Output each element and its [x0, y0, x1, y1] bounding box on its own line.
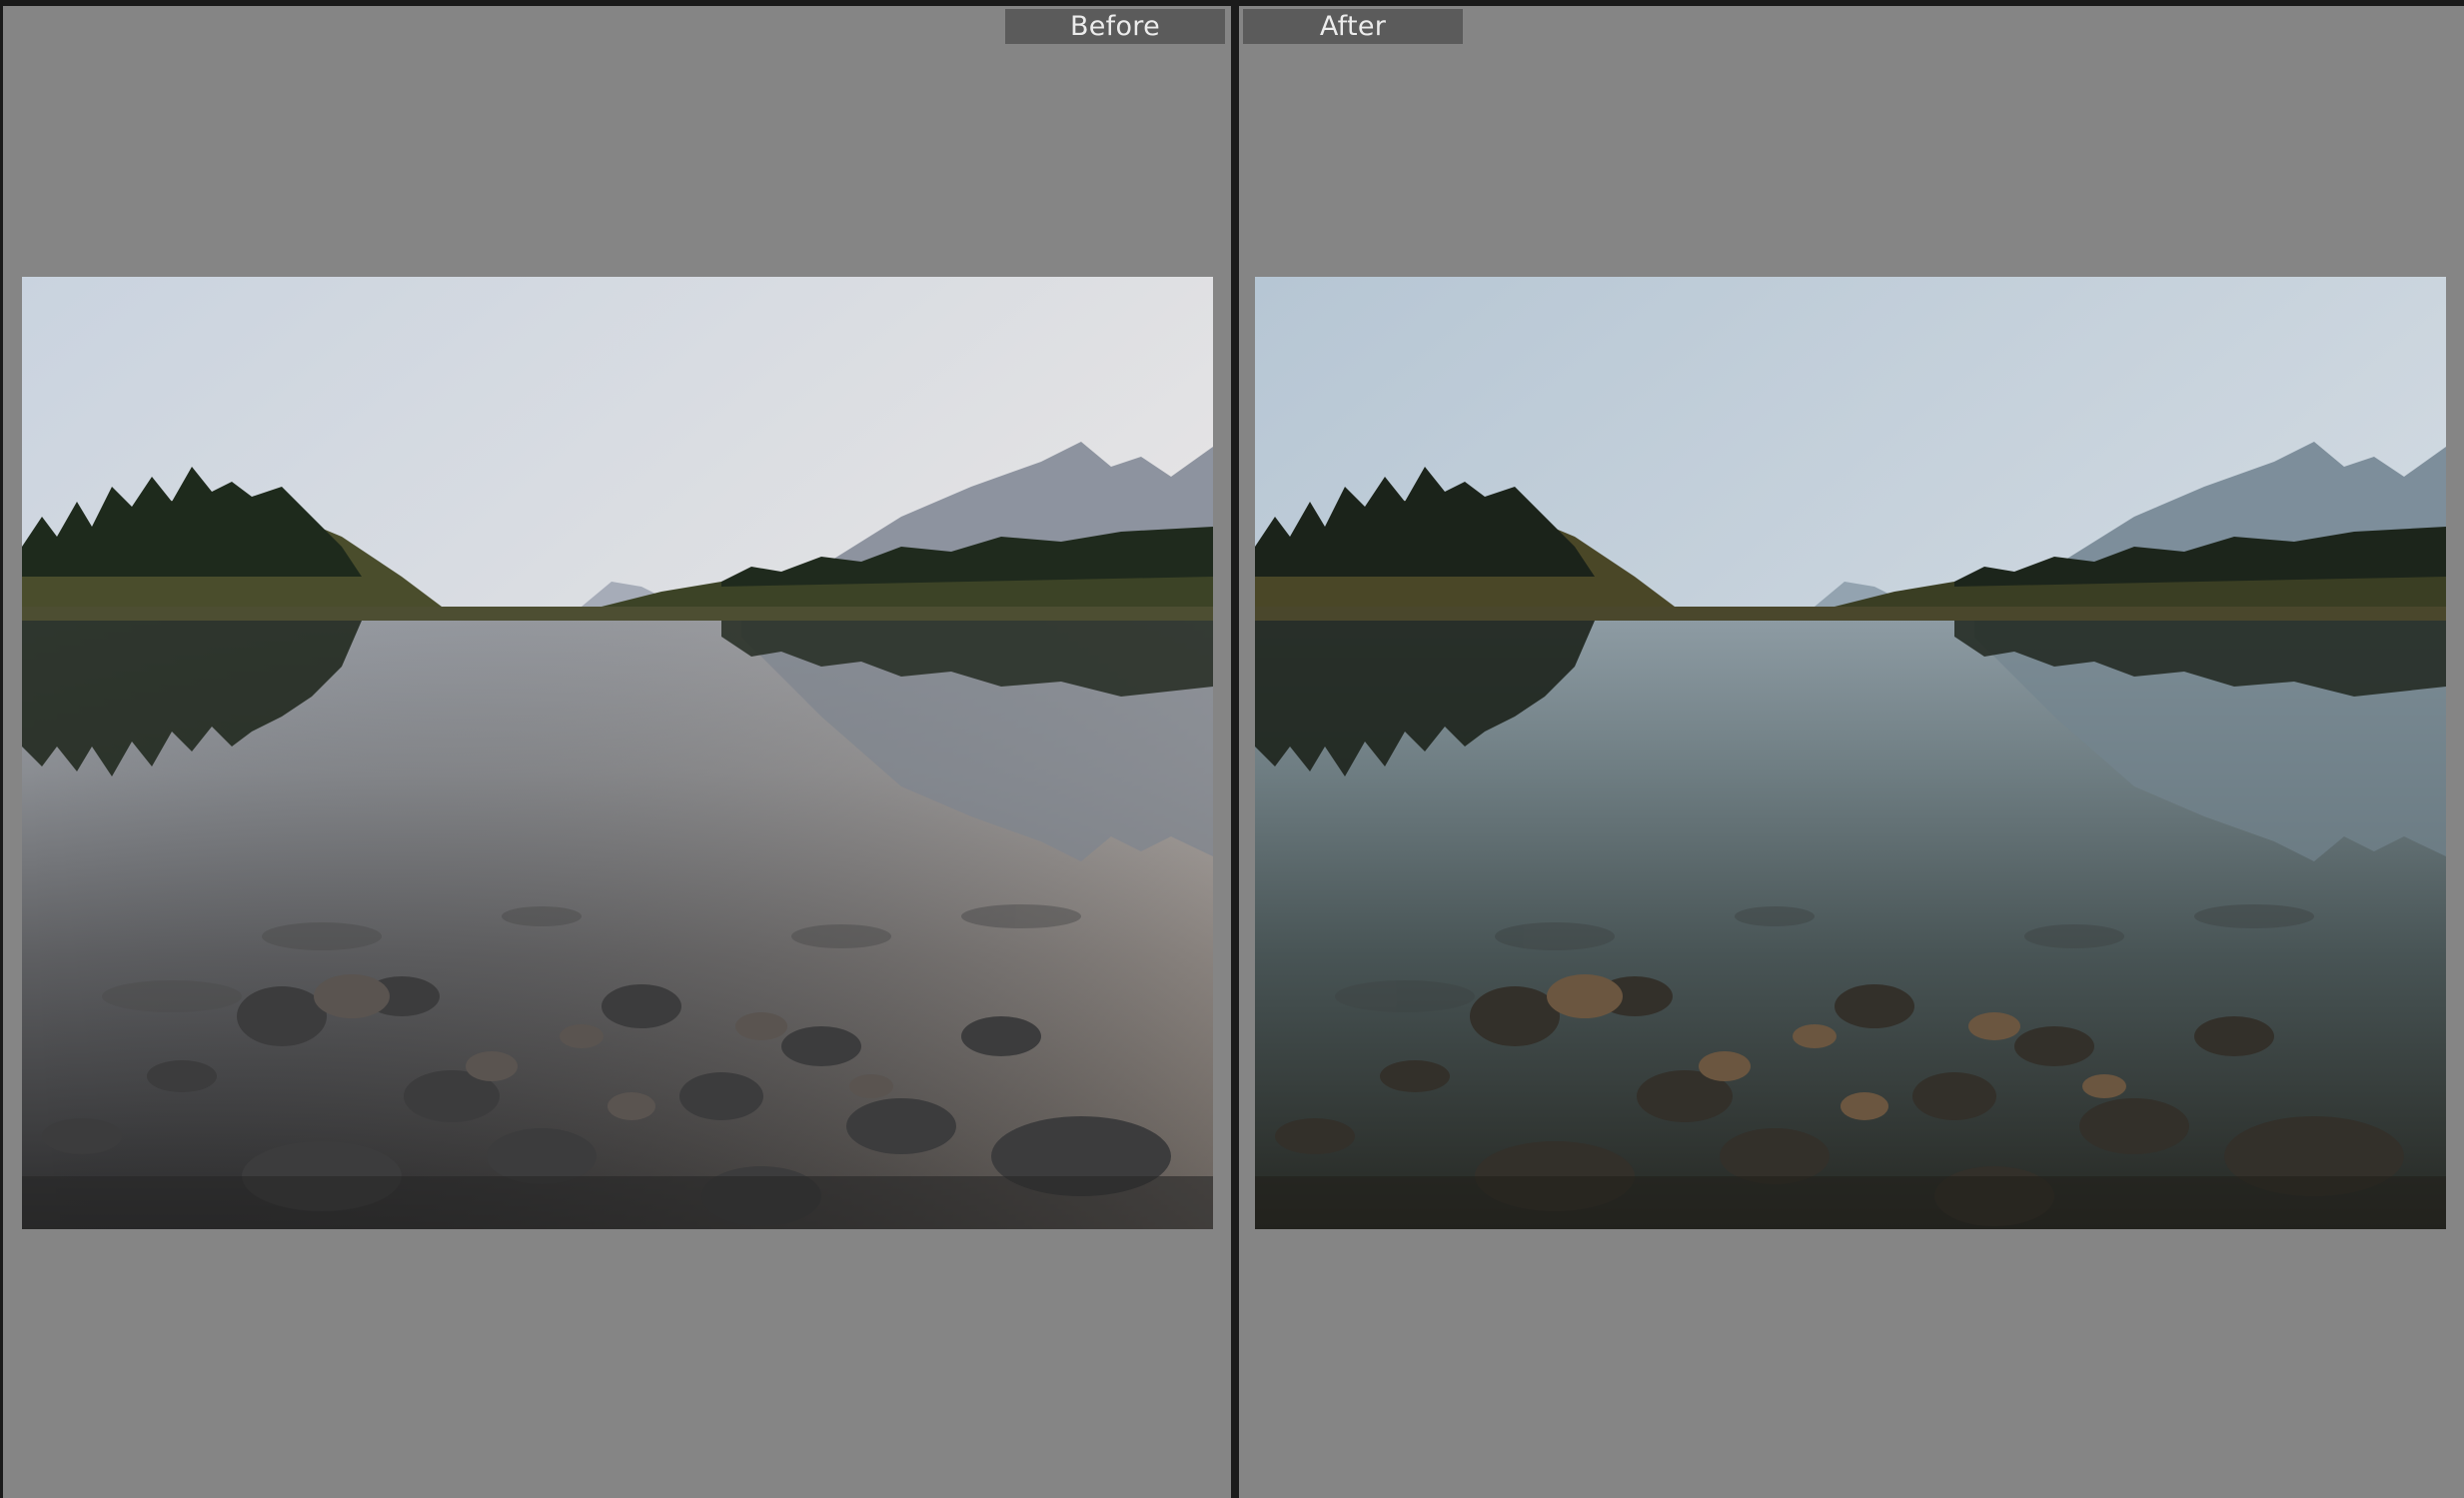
after-pane[interactable]: After [1239, 6, 2464, 1498]
after-label: After [1243, 9, 1463, 44]
before-photo[interactable] [22, 277, 1213, 1229]
landscape-photo-icon [22, 277, 1213, 1229]
landscape-photo-icon [1255, 277, 2446, 1229]
pane-divider[interactable] [1231, 0, 1239, 1498]
after-photo[interactable] [1255, 277, 2446, 1229]
before-pane[interactable]: Before [3, 6, 1231, 1498]
compare-view: Before After [0, 0, 2464, 1498]
before-label: Before [1005, 9, 1225, 44]
